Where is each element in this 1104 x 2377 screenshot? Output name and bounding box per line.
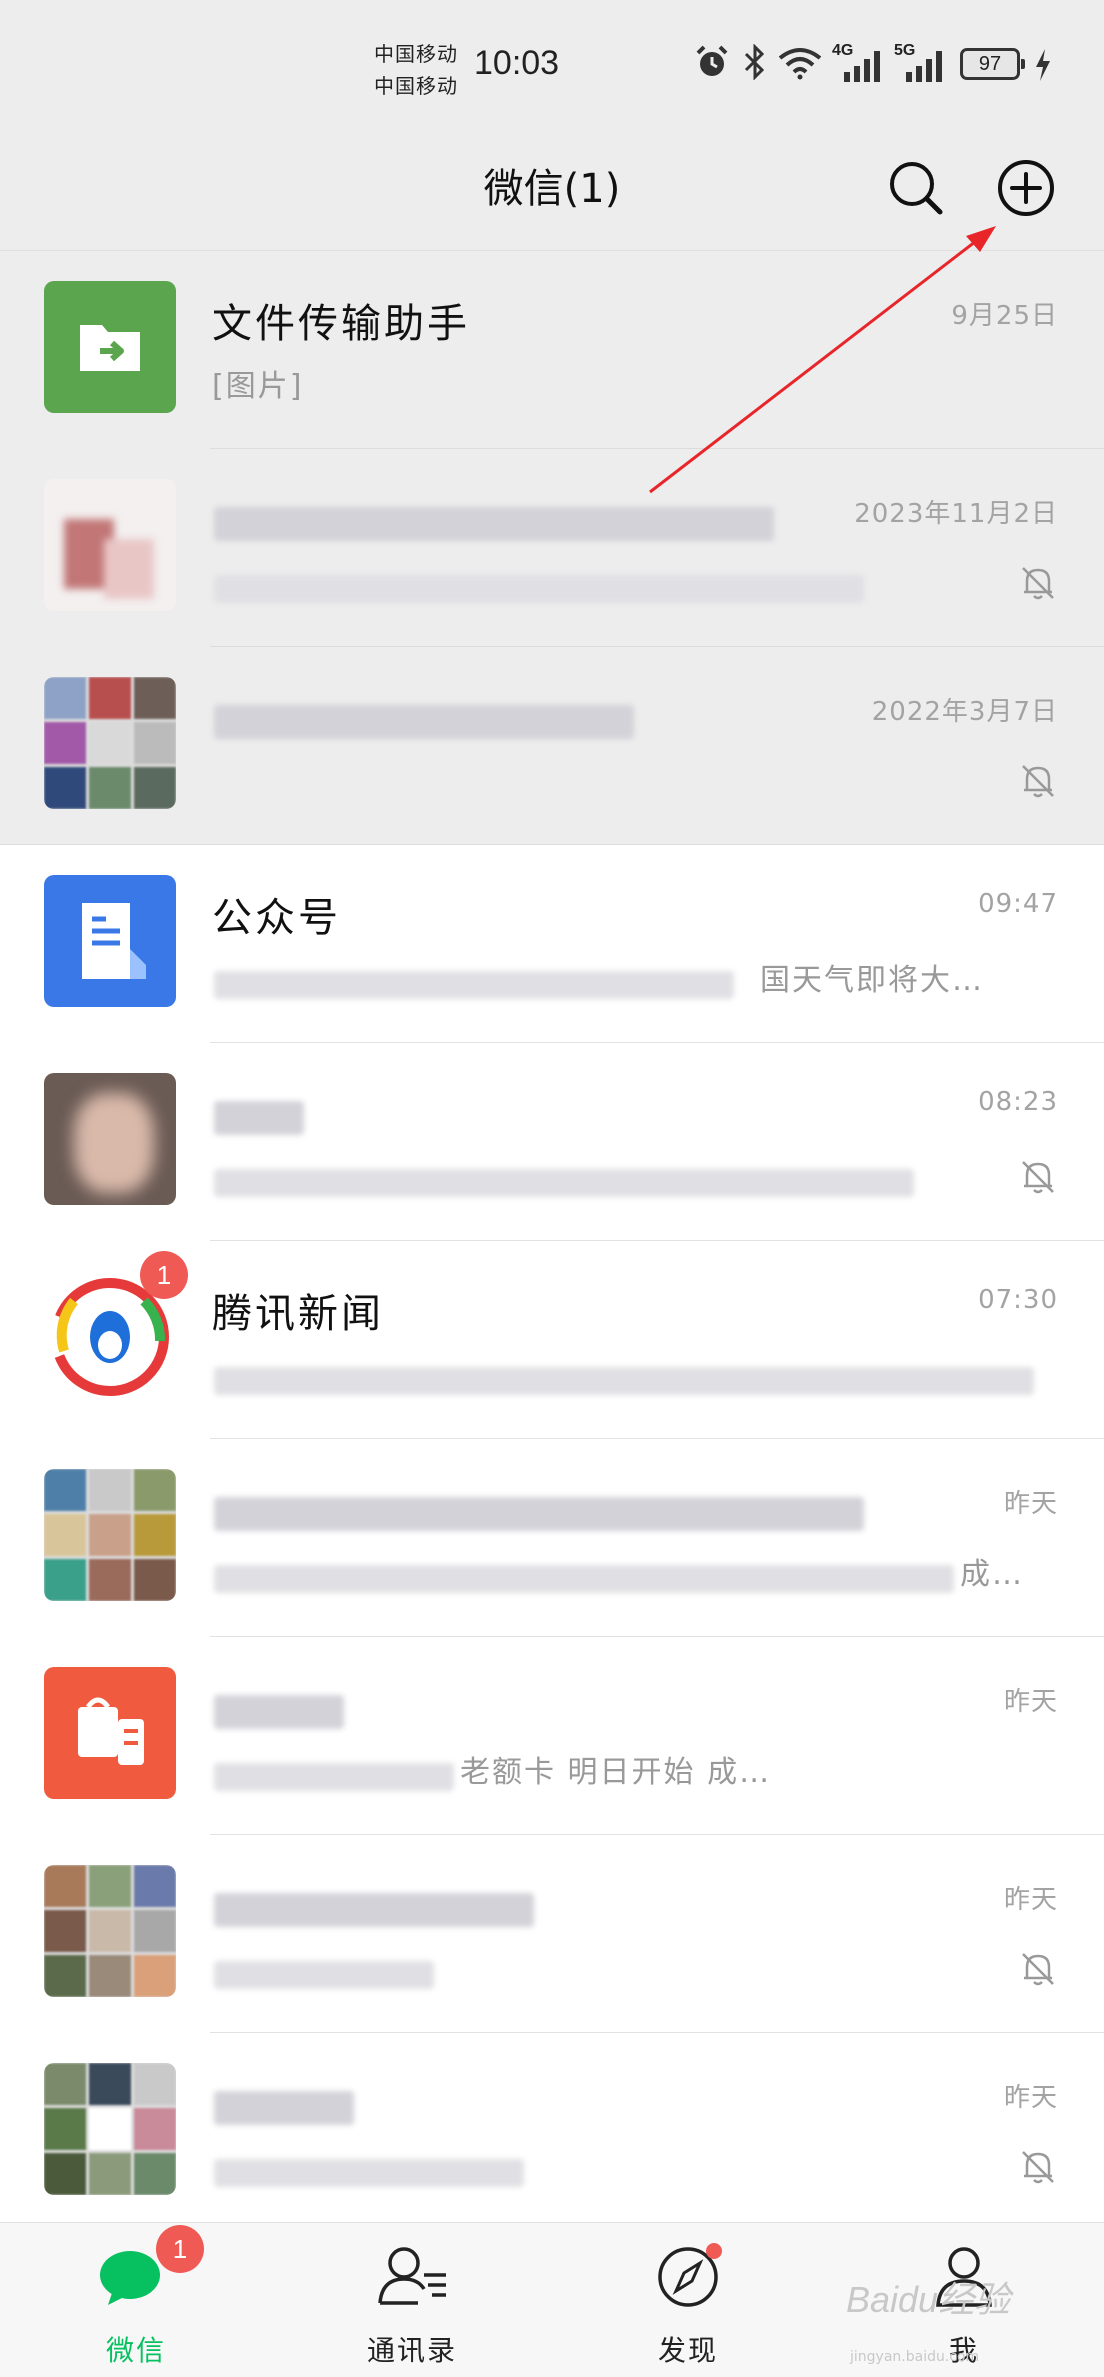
watermark-url: jingyan.baidu.com bbox=[850, 2349, 980, 2365]
chat-time: 2022年3月7日 bbox=[871, 697, 1058, 727]
chat-time: 08:23 bbox=[978, 1087, 1058, 1117]
bluetooth-icon bbox=[744, 44, 765, 80]
battery-indicator: 97 bbox=[960, 48, 1025, 80]
chat-time: 2023年11月2日 bbox=[854, 499, 1058, 529]
chat-row-official-accounts[interactable]: 公众号 国天气即将大… 09:47 bbox=[0, 845, 1104, 1043]
blurred-preview bbox=[214, 1961, 434, 1989]
tab-chats[interactable]: 1 微信 bbox=[46, 2223, 226, 2377]
charging-icon bbox=[1036, 49, 1050, 81]
chat-time: 昨天 bbox=[1003, 1489, 1058, 1519]
signal-5g-icon bbox=[906, 51, 942, 82]
blurred-preview bbox=[214, 1169, 914, 1197]
unread-badge: 1 bbox=[156, 2225, 204, 2273]
mute-bell-icon bbox=[1022, 2151, 1054, 2184]
group-avatar bbox=[44, 2063, 176, 2195]
chat-list: 文件传输助手 [图片] 9月25日 2023年11月2日 2022年3月7日 公… bbox=[0, 251, 1104, 2231]
group-avatar bbox=[44, 1865, 176, 1997]
tab-label: 微信 bbox=[105, 2334, 166, 2367]
blurred-avatar bbox=[44, 1073, 176, 1205]
blurred-avatar bbox=[44, 479, 176, 611]
chat-row[interactable]: 老额卡 明日开始 成… 昨天 bbox=[0, 1637, 1104, 1835]
file-transfer-avatar bbox=[44, 281, 176, 413]
signal-4g-icon bbox=[844, 51, 880, 82]
chat-preview: [图片] bbox=[212, 369, 304, 404]
compass-icon bbox=[658, 2243, 722, 2307]
wifi-icon bbox=[778, 48, 822, 80]
blurred-preview bbox=[214, 1565, 954, 1593]
chat-time: 07:30 bbox=[978, 1285, 1058, 1315]
chat-row[interactable]: 昨天 bbox=[0, 2033, 1104, 2231]
unread-badge: 1 bbox=[140, 1251, 188, 1299]
chat-row[interactable]: 08:23 bbox=[0, 1043, 1104, 1241]
blurred-name bbox=[214, 507, 774, 541]
blurred-preview bbox=[214, 575, 864, 603]
tab-contacts[interactable]: 通讯录 bbox=[322, 2223, 502, 2377]
blurred-preview bbox=[214, 2159, 524, 2187]
chat-row-file-transfer[interactable]: 文件传输助手 [图片] 9月25日 bbox=[0, 251, 1104, 449]
alarm-icon bbox=[696, 45, 728, 76]
group-avatar bbox=[44, 1469, 176, 1601]
chat-row[interactable]: 2023年11月2日 bbox=[0, 449, 1104, 647]
chat-row-tencent-news[interactable]: 1 腾讯新闻 07:30 bbox=[0, 1241, 1104, 1439]
tab-discover[interactable]: 发现 bbox=[598, 2223, 778, 2377]
group-avatar bbox=[44, 677, 176, 809]
tab-label: 通讯录 bbox=[366, 2334, 457, 2367]
title-bar: 微信(1) bbox=[0, 130, 1104, 251]
blurred-name bbox=[214, 2091, 354, 2125]
chat-row[interactable]: 2022年3月7日 bbox=[0, 647, 1104, 845]
chat-name: 公众号 bbox=[212, 895, 341, 941]
folder-arrow-icon bbox=[80, 325, 140, 371]
blurred-name bbox=[214, 1893, 534, 1927]
chat-name: 文件传输助手 bbox=[212, 301, 470, 347]
bottom-tab-bar: 1 微信 通讯录 发现 我 Baidu经验 jingyan.baidu.com bbox=[0, 2222, 1104, 2377]
chat-preview: 成… bbox=[960, 1557, 1024, 1592]
document-icon bbox=[82, 903, 146, 979]
chat-time: 昨天 bbox=[1003, 1687, 1058, 1717]
tab-label: 发现 bbox=[657, 2334, 718, 2367]
chat-row[interactable]: 成… 昨天 bbox=[0, 1439, 1104, 1637]
status-bar: 中国移动 中国移动 10:03 4G 5G 97 bbox=[0, 0, 1104, 130]
carrier-1: 中国移动 bbox=[374, 42, 458, 66]
shopping-bag-icon bbox=[78, 1697, 144, 1765]
watermark: Baidu经验 bbox=[846, 2279, 1011, 2320]
blurred-name bbox=[214, 1497, 864, 1531]
chat-row[interactable]: 昨天 bbox=[0, 1835, 1104, 2033]
mute-bell-icon bbox=[1022, 1953, 1054, 1986]
blurred-preview bbox=[214, 1763, 454, 1791]
carrier-2: 中国移动 bbox=[374, 74, 458, 98]
mute-bell-icon bbox=[1022, 567, 1054, 600]
add-plus-icon[interactable] bbox=[988, 150, 1064, 226]
shop-avatar bbox=[44, 1667, 176, 1799]
chat-time: 昨天 bbox=[1003, 2083, 1058, 2113]
blurred-preview bbox=[214, 971, 734, 999]
blurred-name bbox=[214, 1101, 304, 1135]
official-account-avatar bbox=[44, 875, 176, 1007]
chat-time: 昨天 bbox=[1003, 1885, 1058, 1915]
chat-name: 腾讯新闻 bbox=[212, 1291, 384, 1337]
status-time: 10:03 bbox=[474, 44, 560, 82]
mute-bell-icon bbox=[1022, 765, 1054, 798]
chat-time: 9月25日 bbox=[951, 301, 1058, 331]
chat-preview: 国天气即将大… bbox=[760, 963, 984, 998]
search-icon[interactable] bbox=[878, 150, 954, 226]
chat-time: 09:47 bbox=[978, 889, 1058, 919]
blurred-preview bbox=[214, 1367, 1034, 1395]
mute-bell-icon bbox=[1022, 1161, 1054, 1194]
blurred-name bbox=[214, 1695, 344, 1729]
chat-preview: 老额卡 明日开始 成… bbox=[460, 1755, 772, 1790]
contacts-icon bbox=[378, 2247, 446, 2305]
blurred-name bbox=[214, 705, 634, 739]
